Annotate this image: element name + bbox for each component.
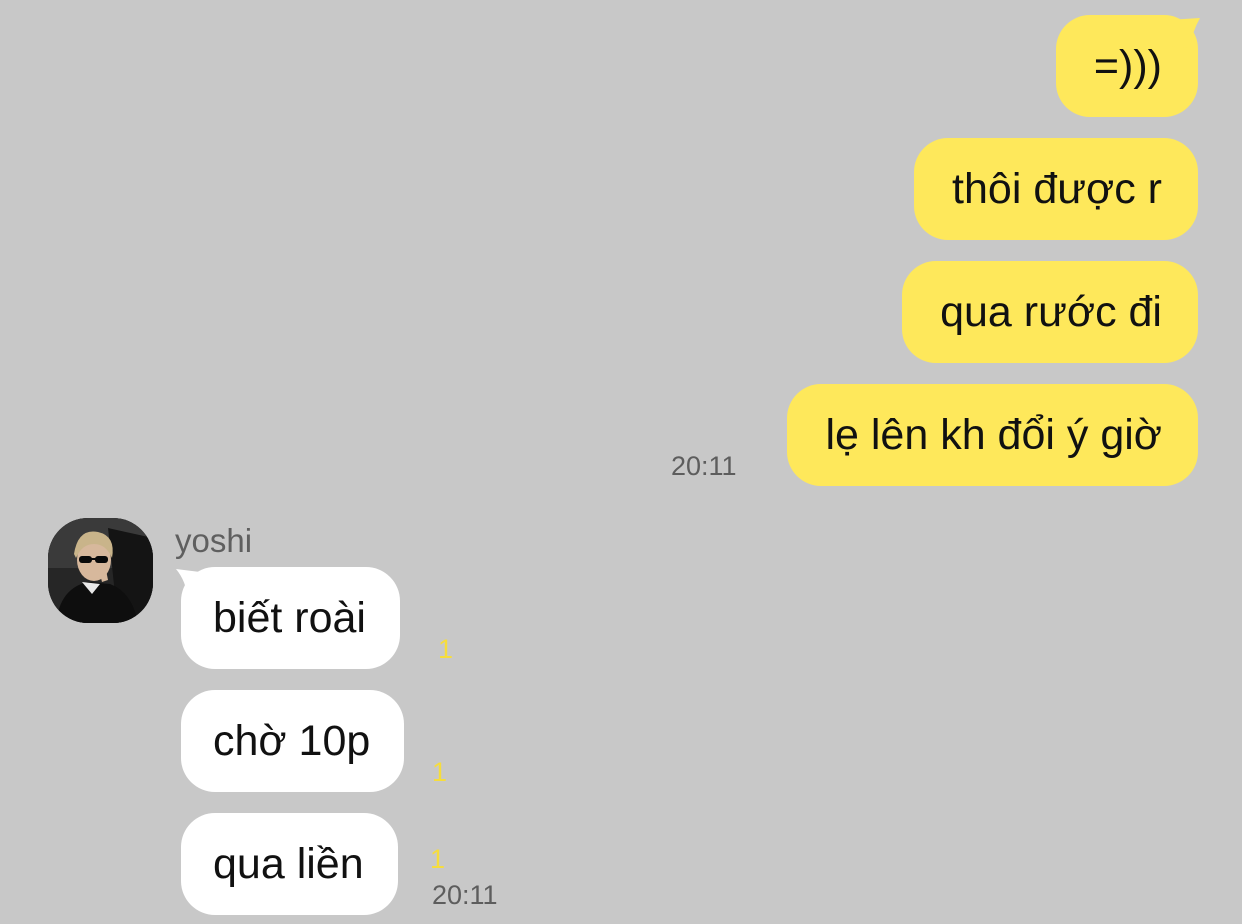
bubble-tail-icon xyxy=(1168,18,1200,48)
outgoing-message[interactable]: qua rước đi xyxy=(902,261,1198,363)
outgoing-message[interactable]: lẹ lên kh đổi ý giờ xyxy=(787,384,1198,486)
avatar[interactable] xyxy=(48,518,153,623)
unread-count: 1 xyxy=(430,844,446,874)
profile-photo-icon xyxy=(48,518,153,623)
message-timestamp: 20:11 xyxy=(671,451,737,481)
incoming-message[interactable]: biết roài xyxy=(181,567,400,669)
incoming-message[interactable]: qua liền xyxy=(181,813,398,915)
outgoing-message[interactable]: thôi được r xyxy=(914,138,1198,240)
sender-name: yoshi xyxy=(175,522,253,559)
incoming-message[interactable]: chờ 10p xyxy=(181,690,405,792)
unread-count: 1 xyxy=(432,757,448,787)
unread-count: 1 xyxy=(438,634,454,664)
message-timestamp: 20:11 xyxy=(432,880,498,910)
